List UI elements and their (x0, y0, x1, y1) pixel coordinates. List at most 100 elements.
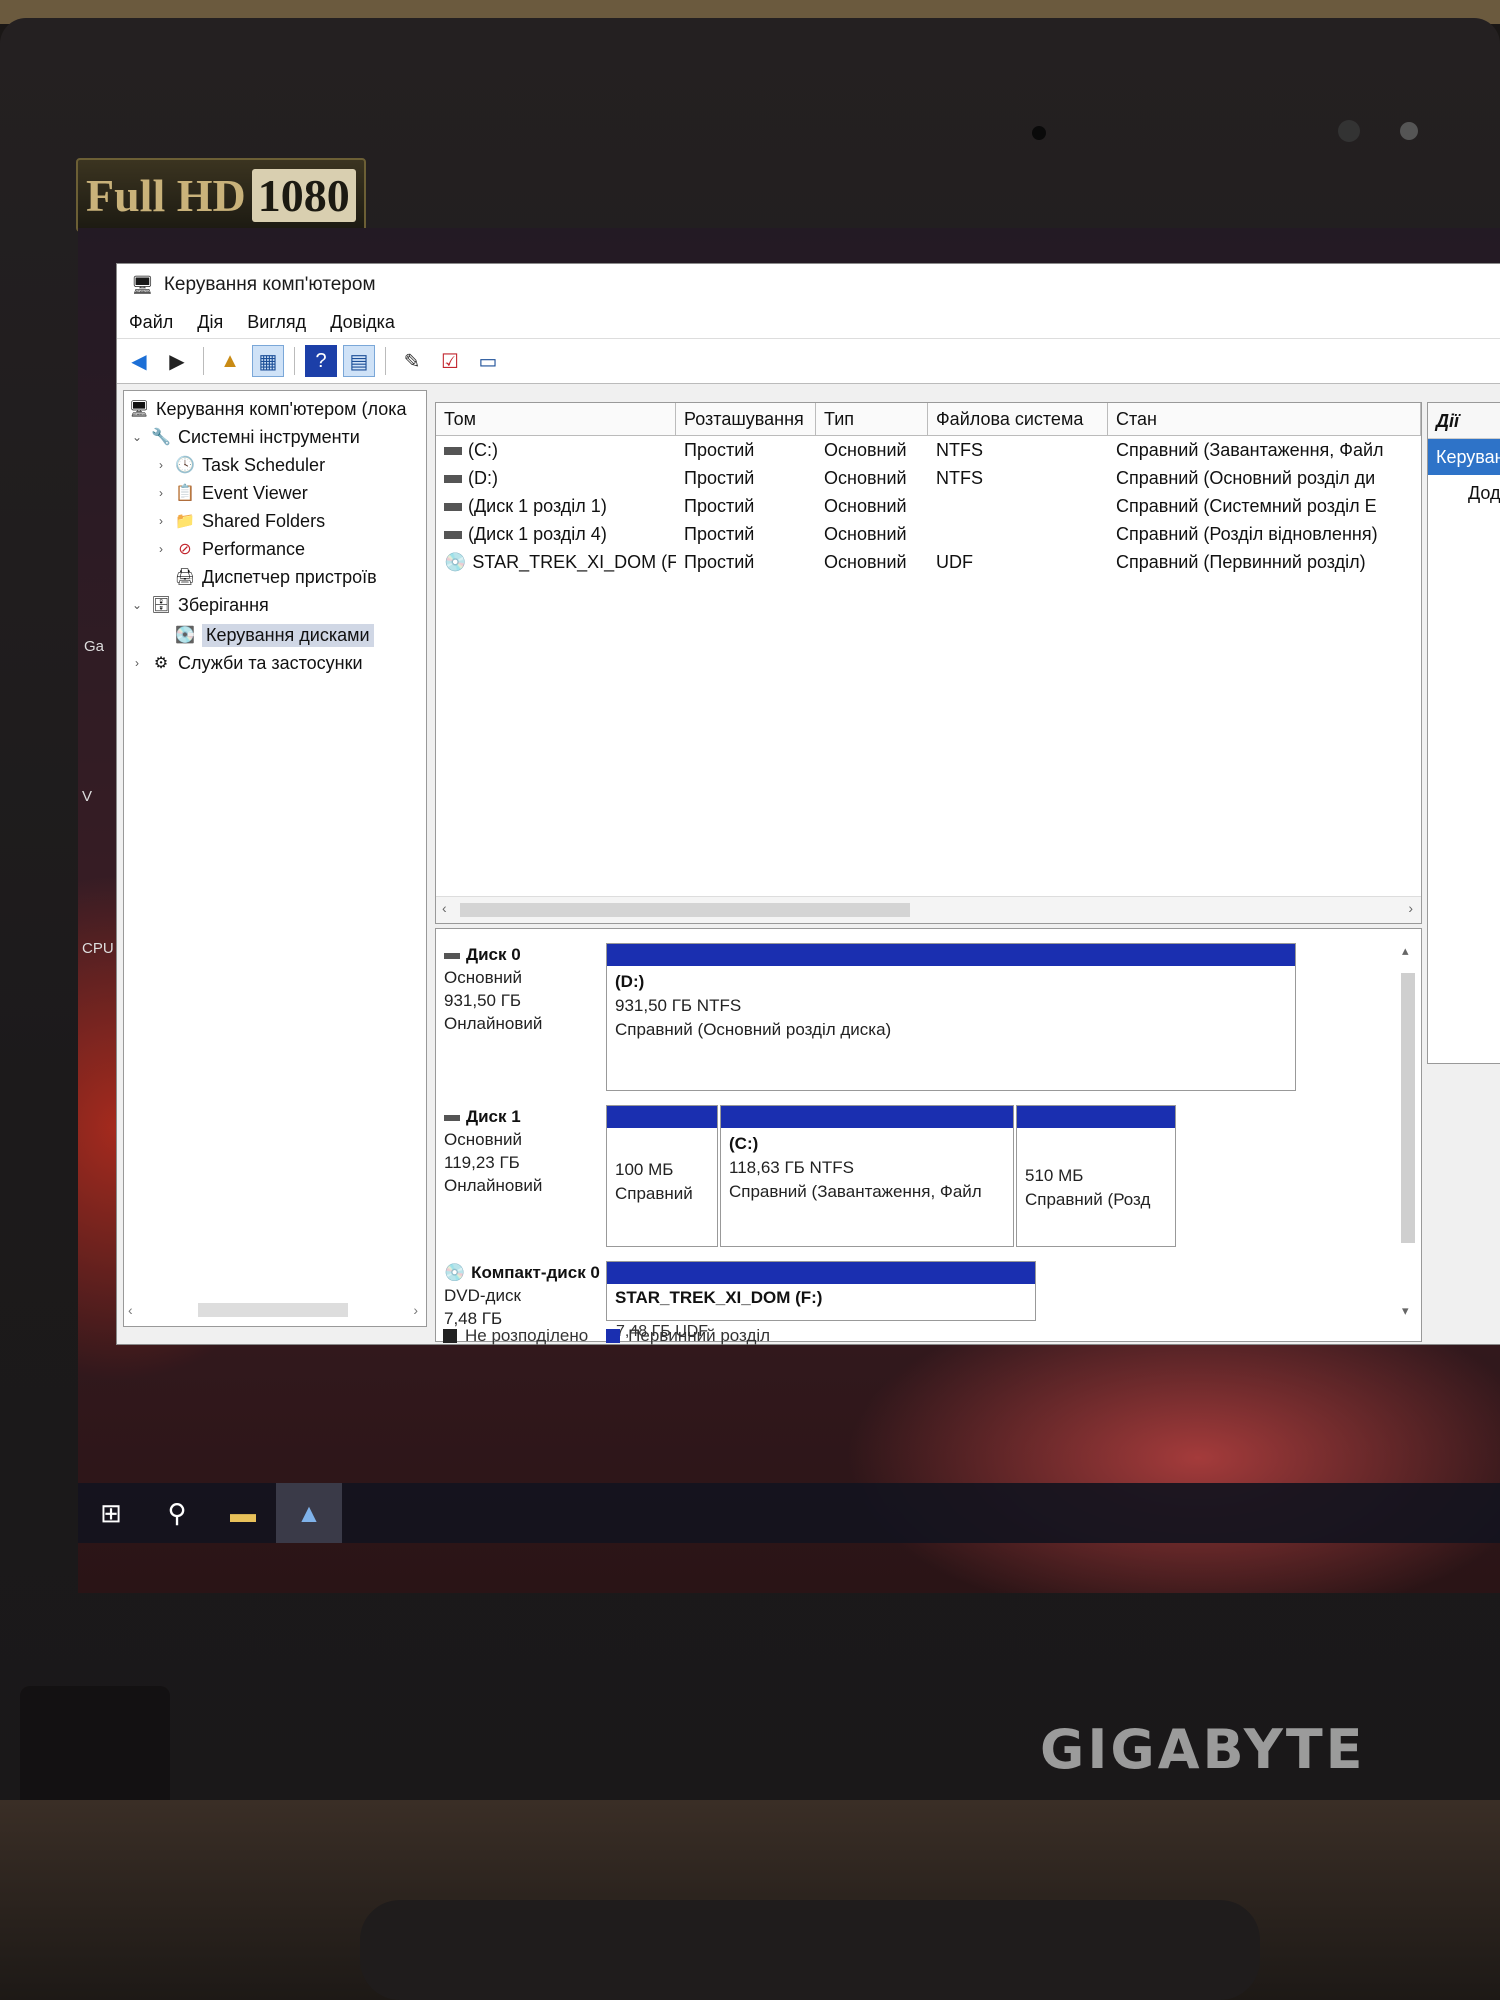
menu-help[interactable]: Довідка (318, 312, 407, 333)
partition-bar (607, 944, 1295, 966)
start-windows-icon[interactable]: ⊞ (78, 1483, 144, 1543)
action-disk-management[interactable]: Керуванн (1428, 439, 1500, 475)
tree-label: Shared Folders (202, 510, 326, 531)
column-header-status[interactable]: Стан (1108, 403, 1421, 435)
table-row[interactable]: (C:) Простий Основний NTFS Справний (Зав… (436, 436, 1421, 464)
title-bar[interactable]: 🖥 Керування комп'ютером (117, 264, 1500, 306)
menu-action[interactable]: Дія (185, 312, 235, 333)
show-actions-icon[interactable]: ▤ (343, 345, 375, 377)
badge-text: Full HD (86, 169, 246, 221)
tree-label: Зберігання (178, 594, 269, 615)
action-more[interactable]: Додат (1428, 475, 1500, 512)
scroll-left-icon[interactable]: ‹ (442, 900, 447, 916)
disk-state: Онлайновий (444, 1014, 543, 1033)
chevron-right-icon[interactable]: › (154, 458, 168, 472)
scroll-right-icon[interactable]: › (413, 1302, 418, 1318)
partition-disk1-part1[interactable]: 100 МБ Справний (606, 1105, 718, 1247)
tree-task-scheduler[interactable]: › 🕓 Task Scheduler (154, 451, 325, 479)
tree-root[interactable]: 🖥 Керування комп'ютером (лока (128, 395, 407, 423)
desktop-icon-label[interactable]: CPU (82, 940, 114, 957)
file-explorer-icon[interactable]: ▬ (210, 1483, 276, 1543)
brand-logo: GIGABYTE (1040, 1718, 1366, 1781)
chevron-right-icon[interactable]: › (154, 486, 168, 500)
table-row[interactable]: (D:) Простий Основний NTFS Справний (Осн… (436, 464, 1421, 492)
chevron-right-icon[interactable]: › (154, 514, 168, 528)
search-icon[interactable]: ⚲ (144, 1483, 210, 1543)
cell-volume: STAR_TREK_XI_DOM (F:) (472, 551, 676, 572)
column-header-volume[interactable]: Том (436, 403, 676, 435)
tree-device-manager[interactable]: 🖨 Диспетчер пристроїв (174, 563, 377, 591)
performance-icon: ⊘ (178, 541, 192, 558)
desktop-icon-label[interactable]: Ga (84, 638, 104, 655)
cell-filesystem: NTFS (936, 439, 983, 460)
chevron-right-icon[interactable]: › (130, 656, 144, 670)
partition-d[interactable]: (D:) 931,50 ГБ NTFS Справний (Основний р… (606, 943, 1296, 1091)
chevron-down-icon[interactable]: ⌄ (130, 430, 144, 444)
table-row[interactable]: (Диск 1 розділ 1) Простий Основний Справ… (436, 492, 1421, 520)
column-header-layout[interactable]: Розташування (676, 403, 816, 435)
tree-label: Performance (202, 538, 306, 559)
cdrom-0-info[interactable]: 💿 Компакт-диск 0 DVD-диск 7,48 ГБ (444, 1261, 604, 1330)
disk-1-info[interactable]: Диск 1 Основний 119,23 ГБ Онлайновий (444, 1105, 604, 1197)
volume-icon (444, 446, 462, 455)
partition-f[interactable]: STAR_TREK_XI_DOM (F:) (606, 1261, 1036, 1321)
cell-status: Справний (Розділ відновлення) (1116, 523, 1378, 544)
speaker-grille (360, 1900, 1260, 2000)
up-folder-icon[interactable]: ▲ (214, 345, 246, 377)
connect-icon[interactable]: ✎ (396, 345, 428, 377)
volume-list-scrollbar[interactable]: ‹ › (436, 896, 1421, 923)
scroll-left-icon[interactable]: ‹ (128, 1302, 133, 1318)
disk-map: Диск 0 Основний 931,50 ГБ Онлайновий (D:… (435, 928, 1422, 1342)
scrollbar-thumb[interactable] (460, 903, 910, 917)
cell-status: Справний (Основний розділ ди (1116, 467, 1376, 488)
chevron-up-icon[interactable]: ▴ (1402, 943, 1409, 959)
partition-size: 510 МБ (1025, 1166, 1084, 1185)
tree-system-tools[interactable]: ⌄ 🔧 Системні інструменти (130, 423, 360, 451)
toolbar-separator (294, 347, 295, 375)
tree-disk-management[interactable]: 💽 Керування дисками (174, 621, 374, 649)
tree-storage[interactable]: ⌄ 🗄 Зберігання (130, 591, 269, 619)
menu-file[interactable]: Файл (117, 312, 185, 333)
taskbar: ⊞ ⚲ ▬ ▲ (78, 1483, 1500, 1543)
column-header-type[interactable]: Тип (816, 403, 928, 435)
disk-map-scrollbar[interactable]: ▴ ▾ (1399, 943, 1417, 1323)
app-icon: 🖥 (131, 274, 154, 295)
scroll-right-icon[interactable]: › (1408, 900, 1413, 916)
partition-c[interactable]: (C:) 118,63 ГБ NTFS Справний (Завантажен… (720, 1105, 1014, 1247)
tree-performance[interactable]: › ⊘ Performance (154, 535, 305, 563)
volume-icon (444, 474, 462, 483)
show-tree-icon[interactable]: ▦ (252, 345, 284, 377)
disk-0-info[interactable]: Диск 0 Основний 931,50 ГБ Онлайновий (444, 943, 604, 1035)
table-row[interactable]: 💿 STAR_TREK_XI_DOM (F:) Простий Основний … (436, 548, 1421, 576)
partition-name: (C:) (729, 1134, 759, 1153)
tree-shared-folders[interactable]: › 📁 Shared Folders (154, 507, 325, 535)
back-arrow-icon[interactable]: ◀ (123, 345, 155, 377)
scrollbar-thumb[interactable] (1401, 973, 1415, 1243)
properties-icon[interactable]: ▭ (472, 345, 504, 377)
partition-disk1-part4[interactable]: 510 МБ Справний (Розд (1016, 1105, 1176, 1247)
legend-primary: Первинний розділ (628, 1326, 771, 1345)
tree-services[interactable]: › ⚙ Служби та застосунки (130, 649, 363, 677)
help-icon[interactable]: ? (305, 345, 337, 377)
forward-arrow-icon[interactable]: ▶ (161, 345, 193, 377)
chevron-down-icon[interactable]: ⌄ (130, 598, 144, 612)
cell-layout: Простий (684, 495, 755, 516)
badge-number: 1080 (251, 168, 356, 222)
desktop-icon-label[interactable]: V (82, 788, 92, 805)
menu-view[interactable]: Вигляд (235, 312, 318, 333)
scrollbar-thumb[interactable] (198, 1303, 348, 1317)
cell-filesystem: UDF (936, 551, 973, 572)
tree-label: Системні інструменти (178, 426, 360, 447)
column-header-filesystem[interactable]: Файлова система (928, 403, 1108, 435)
checklist-icon[interactable]: ☑ (434, 345, 466, 377)
tree-event-viewer[interactable]: › 📋 Event Viewer (154, 479, 308, 507)
chevron-down-icon[interactable]: ▾ (1402, 1303, 1409, 1319)
tree-horizontal-scrollbar[interactable]: ‹ › (128, 1300, 418, 1320)
disk-size: 119,23 ГБ (444, 1153, 520, 1172)
computer-management-taskbar-icon[interactable]: ▲ (276, 1483, 342, 1543)
cell-status: Справний (Первинний розділ) (1116, 551, 1366, 572)
table-row[interactable]: (Диск 1 розділ 4) Простий Основний Справ… (436, 520, 1421, 548)
toolbar: ◀ ▶ ▲ ▦ ? ▤ ✎ ☑ ▭ (117, 338, 1500, 384)
chevron-right-icon[interactable]: › (154, 542, 168, 556)
disk-name: Диск 1 (466, 1107, 521, 1126)
